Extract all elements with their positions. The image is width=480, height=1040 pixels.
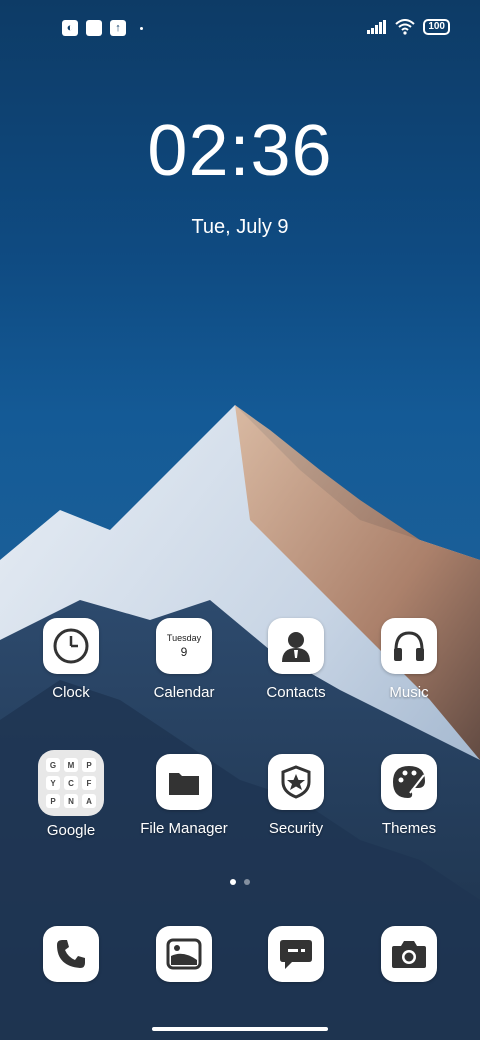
app-themes[interactable]: Themes xyxy=(354,754,464,837)
signal-icon xyxy=(367,20,387,34)
mini-app-icon: A xyxy=(82,794,96,808)
folder-icon xyxy=(156,754,212,810)
contacts-icon xyxy=(268,618,324,674)
dock-camera[interactable] xyxy=(354,926,464,982)
battery-level: 100 xyxy=(428,21,445,32)
mini-app-icon: F xyxy=(82,776,96,790)
app-label: Music xyxy=(389,684,429,701)
headphones-icon xyxy=(381,618,437,674)
calendar-icon: Tuesday 9 xyxy=(156,618,212,674)
home-gesture-bar[interactable] xyxy=(152,1027,328,1031)
more-notifications-dot-icon xyxy=(140,26,143,30)
calendar-day-number: 9 xyxy=(180,645,188,659)
dock-phone[interactable] xyxy=(16,926,126,982)
mini-app-icon: G xyxy=(46,758,60,772)
notification-square-icon xyxy=(86,20,102,36)
calendar-weekday: Tuesday xyxy=(166,633,202,643)
camera-icon xyxy=(381,926,437,982)
lockscreen-date[interactable]: Tue, July 9 xyxy=(0,216,480,239)
app-label: Security xyxy=(268,820,324,837)
shield-star-icon xyxy=(268,754,324,810)
app-label: File Manager xyxy=(140,820,228,837)
wifi-icon xyxy=(395,19,415,35)
app-clock[interactable]: Clock xyxy=(16,618,126,701)
app-calendar[interactable]: Tuesday 9 Calendar xyxy=(129,618,239,701)
dock-messages[interactable] xyxy=(241,926,351,982)
mini-app-icon: Y xyxy=(46,776,60,790)
app-label: Contacts xyxy=(266,684,326,701)
app-contacts[interactable]: Contacts xyxy=(241,618,351,701)
app-label: Themes xyxy=(381,820,437,837)
page-indicator[interactable] xyxy=(0,879,480,885)
palette-icon xyxy=(381,754,437,810)
phone-icon xyxy=(43,926,99,982)
app-security[interactable]: Security xyxy=(241,754,351,837)
upload-icon: ↑ xyxy=(110,20,126,36)
messages-icon xyxy=(268,926,324,982)
page-dot[interactable] xyxy=(244,879,250,885)
app-google-folder[interactable]: G M P Y C F P N A Google xyxy=(16,750,126,839)
mini-app-icon: N xyxy=(64,794,78,808)
app-file-manager[interactable]: File Manager xyxy=(129,754,239,837)
mini-app-icon: P xyxy=(82,758,96,772)
mini-app-icon: P xyxy=(46,794,60,808)
google-folder-icon: G M P Y C F P N A xyxy=(38,750,104,816)
app-music[interactable]: Music xyxy=(354,618,464,701)
dock-gallery[interactable] xyxy=(129,926,239,982)
notification-app-icon: ◐ xyxy=(62,20,78,36)
app-label: Google xyxy=(46,822,96,839)
status-bar: ◐ ↑ 100 xyxy=(0,14,480,42)
app-label: Clock xyxy=(52,684,90,701)
clock-icon xyxy=(43,618,99,674)
mini-app-icon: M xyxy=(64,758,78,772)
battery-indicator: 100 xyxy=(423,19,450,35)
lockscreen-time[interactable]: 02:36 xyxy=(0,110,480,192)
mini-app-icon: C xyxy=(64,776,78,790)
app-label: Calendar xyxy=(153,684,215,701)
gallery-icon xyxy=(156,926,212,982)
page-dot-active[interactable] xyxy=(230,879,236,885)
